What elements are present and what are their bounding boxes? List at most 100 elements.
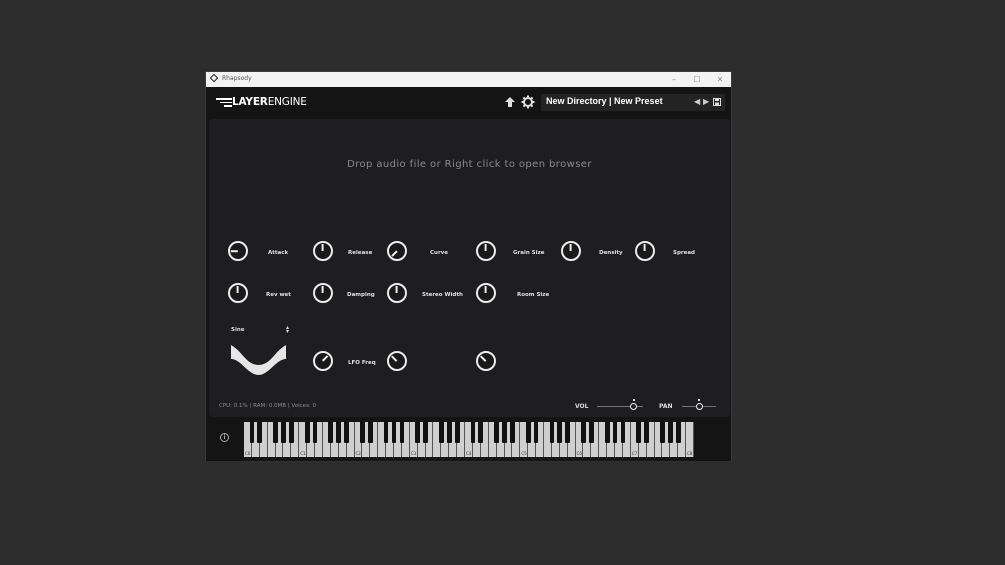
black-key[interactable] (478, 422, 484, 443)
black-key[interactable] (604, 422, 610, 443)
black-key[interactable] (391, 422, 397, 443)
lfo-freq-label: LFO Freq (348, 360, 376, 366)
rev-wet-label: Rev wet (266, 292, 291, 298)
preset-selector[interactable]: New Directory | New Preset ◀ ▶ (541, 94, 725, 111)
piano-keyboard[interactable]: C0 C1 C2 C3 C4 C5 C6 C7 C8 (244, 422, 694, 457)
spread-knob[interactable] (635, 241, 655, 261)
black-key[interactable] (581, 422, 586, 443)
black-key[interactable] (470, 422, 476, 443)
curve-knob[interactable] (387, 241, 407, 261)
octave-label: C4 (466, 451, 472, 456)
minimize-button[interactable]: – (664, 73, 684, 86)
title-bar: Rhapsody – ☐ ✕ (206, 72, 731, 87)
plugin-window: Rhapsody – ☐ ✕ LAYERENGINE New Directory… (205, 71, 732, 461)
prev-preset-icon[interactable]: ◀ (694, 97, 700, 106)
gear-icon[interactable] (521, 95, 535, 109)
density-knob[interactable] (561, 241, 581, 261)
damping-knob[interactable] (313, 283, 333, 303)
black-key[interactable] (636, 422, 642, 443)
octave-label: C6 (576, 451, 582, 456)
black-key[interactable] (328, 422, 334, 443)
stereo-width-label: Stereo Width (422, 292, 463, 298)
white-key[interactable]: C8 (686, 422, 694, 457)
black-key[interactable] (494, 422, 499, 443)
black-key[interactable] (612, 422, 618, 443)
black-key[interactable] (257, 422, 263, 443)
plugin-header: LAYERENGINE New Directory | New Preset ◀… (206, 87, 731, 119)
lfo-target-knob[interactable] (476, 351, 496, 371)
app-logo-icon (209, 73, 219, 83)
black-key[interactable] (549, 422, 555, 443)
vol-label: VOL (575, 403, 589, 410)
black-key[interactable] (439, 422, 444, 443)
black-key[interactable] (502, 422, 507, 443)
brand-part2: ENGINE (267, 96, 307, 108)
lfo-waveform-value: Sine (231, 327, 245, 333)
black-key[interactable] (565, 422, 571, 443)
upload-arrow-icon[interactable] (503, 95, 517, 109)
vol-slider[interactable] (597, 399, 643, 412)
vol-slider-thumb[interactable] (630, 403, 638, 410)
next-preset-icon[interactable]: ▶ (703, 97, 709, 106)
black-key[interactable] (249, 422, 255, 443)
lfo-freq-knob[interactable] (387, 351, 407, 371)
rev-wet-knob[interactable] (228, 283, 248, 303)
black-key[interactable] (675, 422, 681, 443)
octave-label: C2 (355, 451, 361, 456)
black-key[interactable] (415, 422, 421, 443)
grain-size-label: Grain Size (513, 250, 545, 256)
grain-size-knob[interactable] (476, 241, 496, 261)
pan-slider-thumb[interactable] (695, 403, 703, 410)
black-key[interactable] (312, 422, 318, 443)
black-key[interactable] (304, 422, 310, 443)
window-title: Rhapsody (222, 75, 252, 82)
octave-label: C5 (521, 451, 527, 456)
black-key[interactable] (589, 422, 594, 443)
black-key[interactable] (525, 422, 531, 443)
brand-lines-icon (216, 98, 232, 109)
lfo-depth-knob[interactable] (313, 351, 333, 371)
black-key[interactable] (360, 422, 365, 443)
black-key[interactable] (399, 422, 405, 443)
close-button[interactable]: ✕ (710, 73, 730, 86)
black-key[interactable] (367, 422, 373, 443)
maximize-button[interactable]: ☐ (687, 73, 707, 86)
black-key[interactable] (620, 422, 626, 443)
main-panel[interactable]: Drop audio file or Right click to open b… (209, 119, 730, 417)
release-knob[interactable] (313, 241, 333, 261)
pan-slider[interactable] (682, 399, 716, 412)
black-key[interactable] (336, 422, 342, 443)
black-key[interactable] (533, 422, 539, 443)
info-icon[interactable]: i (220, 433, 229, 442)
attack-label: Attack (268, 250, 289, 256)
black-key[interactable] (557, 422, 563, 443)
room-size-label: Room Size (517, 292, 550, 298)
black-key[interactable] (281, 422, 286, 443)
room-size-knob[interactable] (476, 283, 496, 303)
black-key[interactable] (454, 422, 460, 443)
sine-wave-display (231, 345, 286, 375)
black-key[interactable] (510, 422, 515, 443)
spread-label: Spread (673, 250, 695, 256)
save-icon[interactable] (713, 98, 721, 106)
lfo-waveform-select[interactable]: Sine ▴ ▾ (231, 324, 289, 337)
octave-label: C0 (245, 451, 251, 456)
black-key[interactable] (660, 422, 665, 443)
octave-label: C8 (687, 451, 693, 456)
damping-label: Damping (347, 292, 375, 298)
stereo-width-knob[interactable] (387, 283, 407, 303)
black-key[interactable] (289, 422, 294, 443)
black-key[interactable] (644, 422, 649, 443)
brand-part1: LAYER (232, 96, 268, 108)
black-key[interactable] (667, 422, 673, 443)
select-arrows-icon: ▴ ▾ (285, 324, 289, 335)
status-stats: CPU: 0.1% | RAM: 0.0MB | Voices: 0 (219, 403, 317, 409)
black-key[interactable] (446, 422, 452, 443)
drop-zone-text[interactable]: Drop audio file or Right click to open b… (209, 159, 730, 170)
black-key[interactable] (344, 422, 349, 443)
black-key[interactable] (383, 422, 389, 443)
black-key[interactable] (423, 422, 428, 443)
attack-knob[interactable] (228, 241, 248, 261)
octave-label: C7 (631, 451, 638, 456)
black-key[interactable] (273, 422, 278, 443)
